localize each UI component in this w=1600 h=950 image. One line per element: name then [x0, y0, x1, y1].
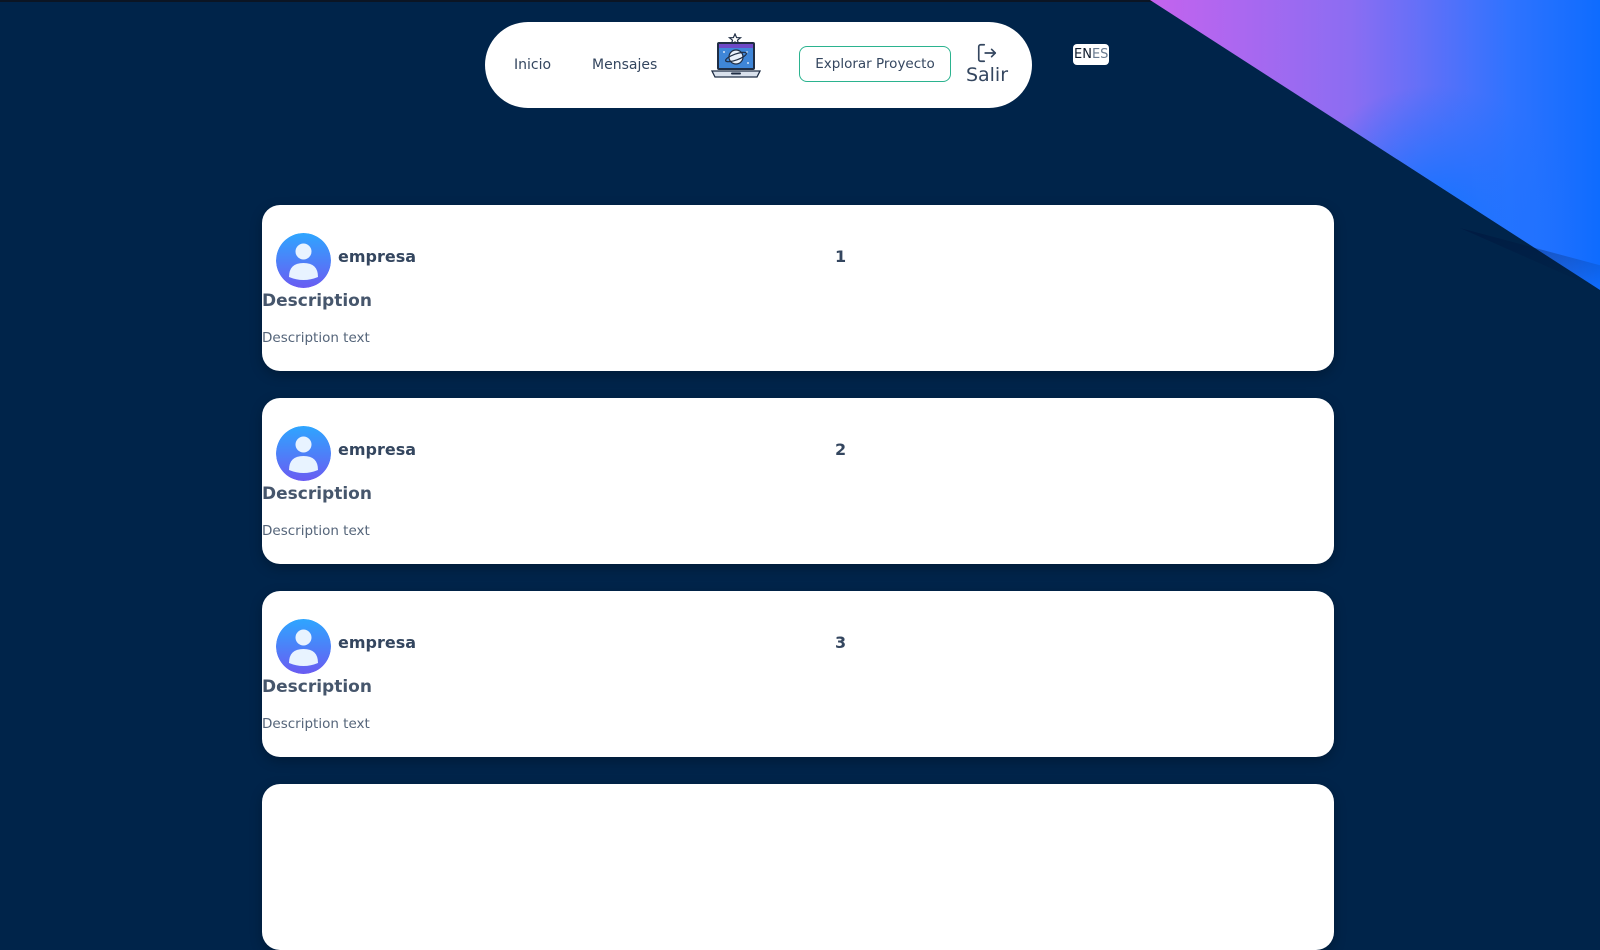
avatar-icon: [276, 233, 331, 288]
logout-icon: [977, 43, 997, 63]
project-number: 1: [835, 247, 847, 266]
project-number: 2: [835, 440, 847, 459]
logout-label: Salir: [965, 64, 1009, 86]
card-title: Description: [262, 484, 372, 504]
card-description: Description text: [262, 330, 370, 346]
explore-project-button[interactable]: Explorar Proyecto: [799, 46, 951, 82]
company-name: empresa: [338, 633, 417, 652]
logout-button[interactable]: Salir: [962, 42, 1012, 92]
card-description: Description text: [262, 523, 370, 539]
nav-link-mensajes[interactable]: Mensajes: [592, 22, 657, 108]
nav-link-inicio[interactable]: Inicio: [514, 22, 551, 108]
lang-es-option[interactable]: ES: [1092, 44, 1108, 65]
project-card[interactable]: empresa 1 Description Description text: [262, 205, 1334, 371]
card-title: Description: [262, 291, 372, 311]
top-navbar: Inicio Mensajes Explorar Proyecto Salir: [485, 22, 1032, 108]
company-name: empresa: [338, 440, 417, 459]
avatar-icon: [276, 426, 331, 481]
card-title: Description: [262, 677, 372, 697]
lang-en-option[interactable]: EN: [1074, 44, 1092, 65]
project-card[interactable]: empresa 2 Description Description text: [262, 398, 1334, 564]
avatar-icon: [276, 619, 331, 674]
project-number: 3: [835, 633, 847, 652]
card-description: Description text: [262, 716, 370, 732]
laptop-planet-logo-icon[interactable]: [709, 33, 763, 87]
project-card[interactable]: empresa 3 Description Description text: [262, 591, 1334, 757]
language-switcher: EN ES: [1073, 44, 1110, 65]
company-name: empresa: [338, 247, 417, 266]
project-card-partial[interactable]: [262, 784, 1334, 950]
